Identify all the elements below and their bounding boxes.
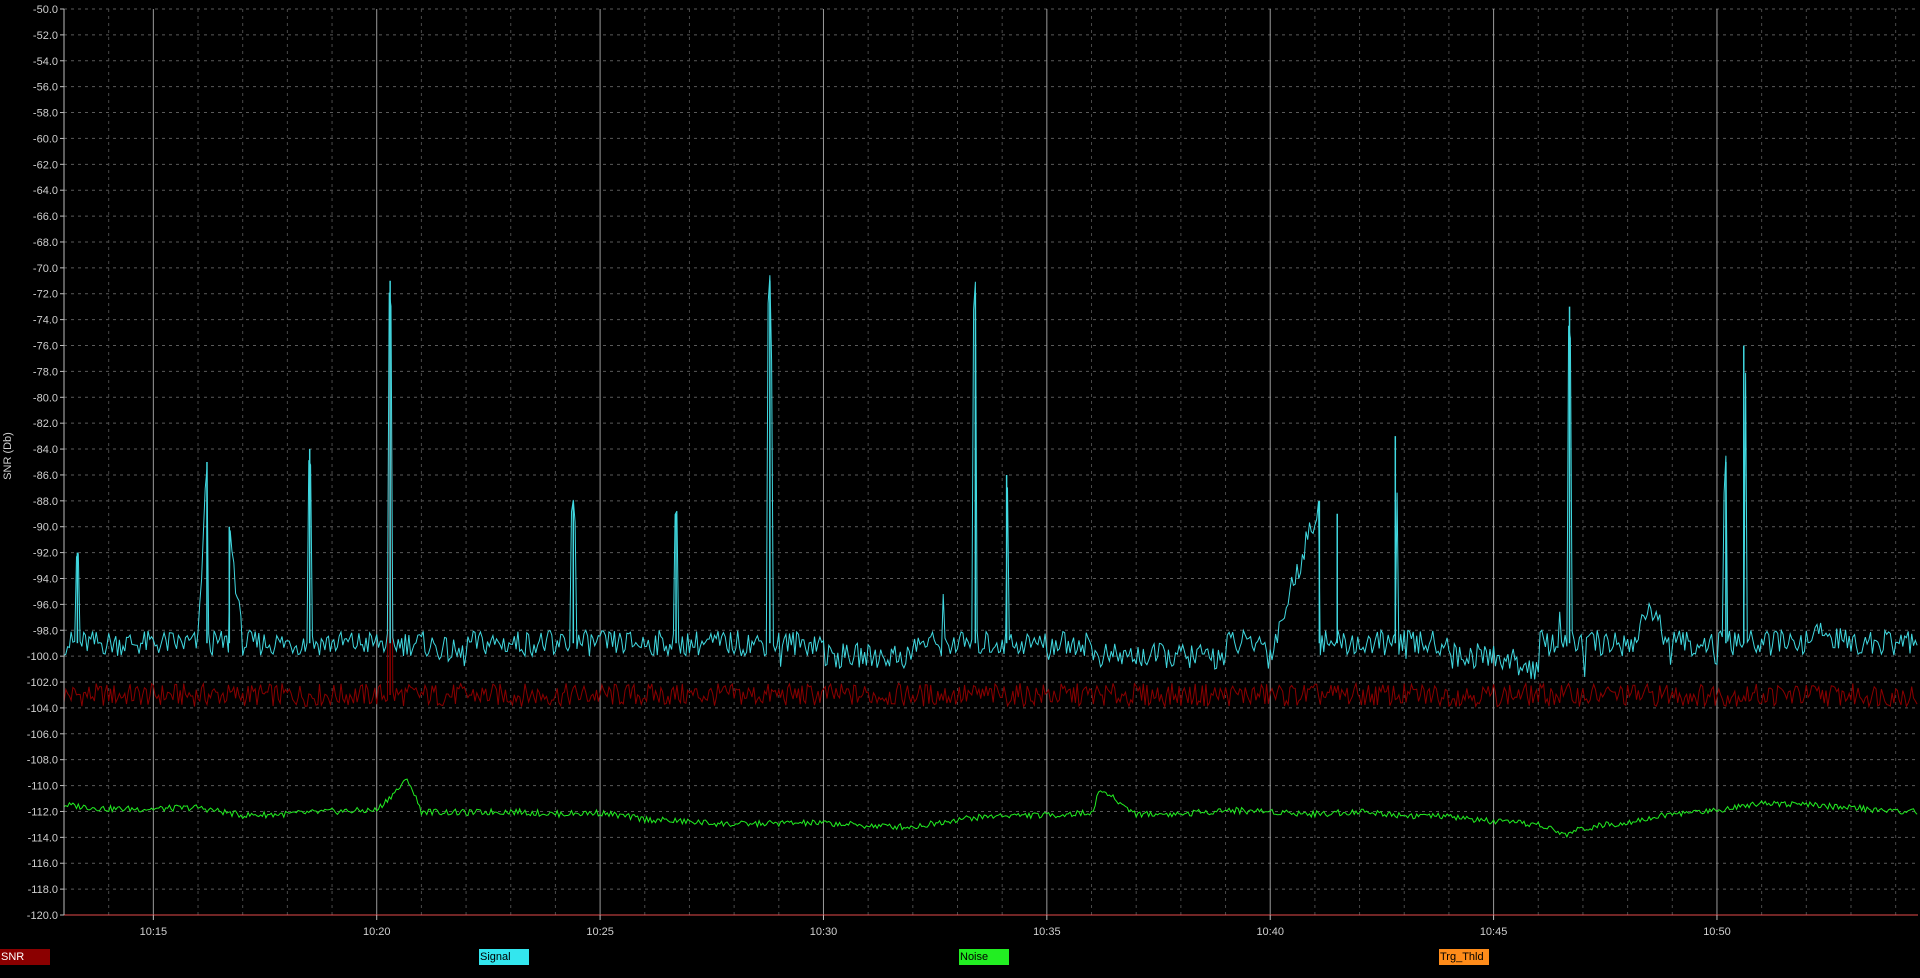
y-tick-label: -106.0	[27, 729, 58, 741]
y-tick-label: -90.0	[33, 522, 58, 534]
x-tick-label: 10:35	[1033, 926, 1061, 938]
y-tick-label: -74.0	[33, 315, 58, 327]
y-tick-label: -120.0	[27, 910, 58, 922]
y-tick-label: -64.0	[33, 185, 58, 197]
y-tick-label: -66.0	[33, 211, 58, 223]
y-tick-label: -84.0	[33, 444, 58, 456]
legend-item-snr[interactable]: SNR	[0, 949, 50, 965]
y-tick-label: -100.0	[27, 651, 58, 663]
y-tick-label: -68.0	[33, 237, 58, 249]
y-tick-label: -82.0	[33, 418, 58, 430]
y-tick-label: -80.0	[33, 392, 58, 404]
x-tick-label: 10:20	[363, 926, 391, 938]
chart-area: -120.0 -118.0 -116.0 -114.0 -112.0 -110.0 -108…	[2, 4, 1918, 938]
y-tick-label: -70.0	[33, 263, 58, 275]
y-tick-label: -50.0	[33, 4, 58, 16]
y-tick-label: -88.0	[33, 496, 58, 508]
legend-label-noise: Noise	[960, 951, 989, 963]
y-tick-label: -118.0	[28, 884, 58, 896]
y-tick-label: -72.0	[33, 289, 58, 301]
y-axis-ticks: -120.0 -118.0 -116.0 -114.0 -112.0 -110.0 -108…	[27, 4, 64, 922]
plot-background	[64, 9, 1918, 915]
y-tick-label: -96.0	[33, 599, 58, 611]
y-tick-label: -92.0	[33, 548, 58, 560]
x-axis-ticks: 10:15 10:20 10:25 10:30 10:35 10:40 10:45 10:50	[140, 915, 1731, 938]
legend-label-trg-thld: Trg_Thld	[1440, 951, 1484, 963]
y-tick-label: -108.0	[27, 755, 58, 767]
legend-item-noise[interactable]: Noise	[959, 949, 1009, 965]
y-tick-label: -86.0	[33, 470, 58, 482]
y-tick-label: -62.0	[33, 159, 58, 171]
y-tick-label: -60.0	[33, 133, 58, 145]
y-tick-label: -104.0	[27, 703, 58, 715]
y-tick-label: -116.0	[28, 858, 58, 870]
y-tick-label: -54.0	[33, 56, 58, 68]
x-tick-label: 10:15	[140, 926, 168, 938]
x-tick-label: 10:50	[1703, 926, 1731, 938]
legend-label-signal: Signal	[480, 951, 511, 963]
legend-item-trg-thld[interactable]: Trg_Thld	[1439, 949, 1489, 965]
y-tick-label: -94.0	[33, 573, 58, 585]
y-axis-label: SNR (Db)	[2, 432, 14, 480]
y-tick-label: -78.0	[33, 366, 58, 378]
x-tick-label: 10:45	[1480, 926, 1508, 938]
y-tick-label: -110.0	[28, 781, 58, 793]
y-tick-label: -76.0	[33, 341, 58, 353]
y-tick-label: -56.0	[33, 82, 58, 94]
y-tick-label: -102.0	[27, 677, 58, 689]
legend-item-signal[interactable]: Signal	[479, 949, 529, 965]
y-tick-label: -98.0	[33, 625, 58, 637]
y-tick-label: -112.0	[28, 806, 58, 818]
y-tick-label: -114.0	[28, 832, 58, 844]
y-tick-label: -58.0	[33, 108, 58, 120]
x-tick-label: 10:30	[810, 926, 838, 938]
x-tick-label: 10:40	[1256, 926, 1284, 938]
x-tick-label: 10:25	[586, 926, 614, 938]
legend-label-snr: SNR	[1, 951, 25, 963]
y-tick-label: -52.0	[33, 30, 58, 42]
